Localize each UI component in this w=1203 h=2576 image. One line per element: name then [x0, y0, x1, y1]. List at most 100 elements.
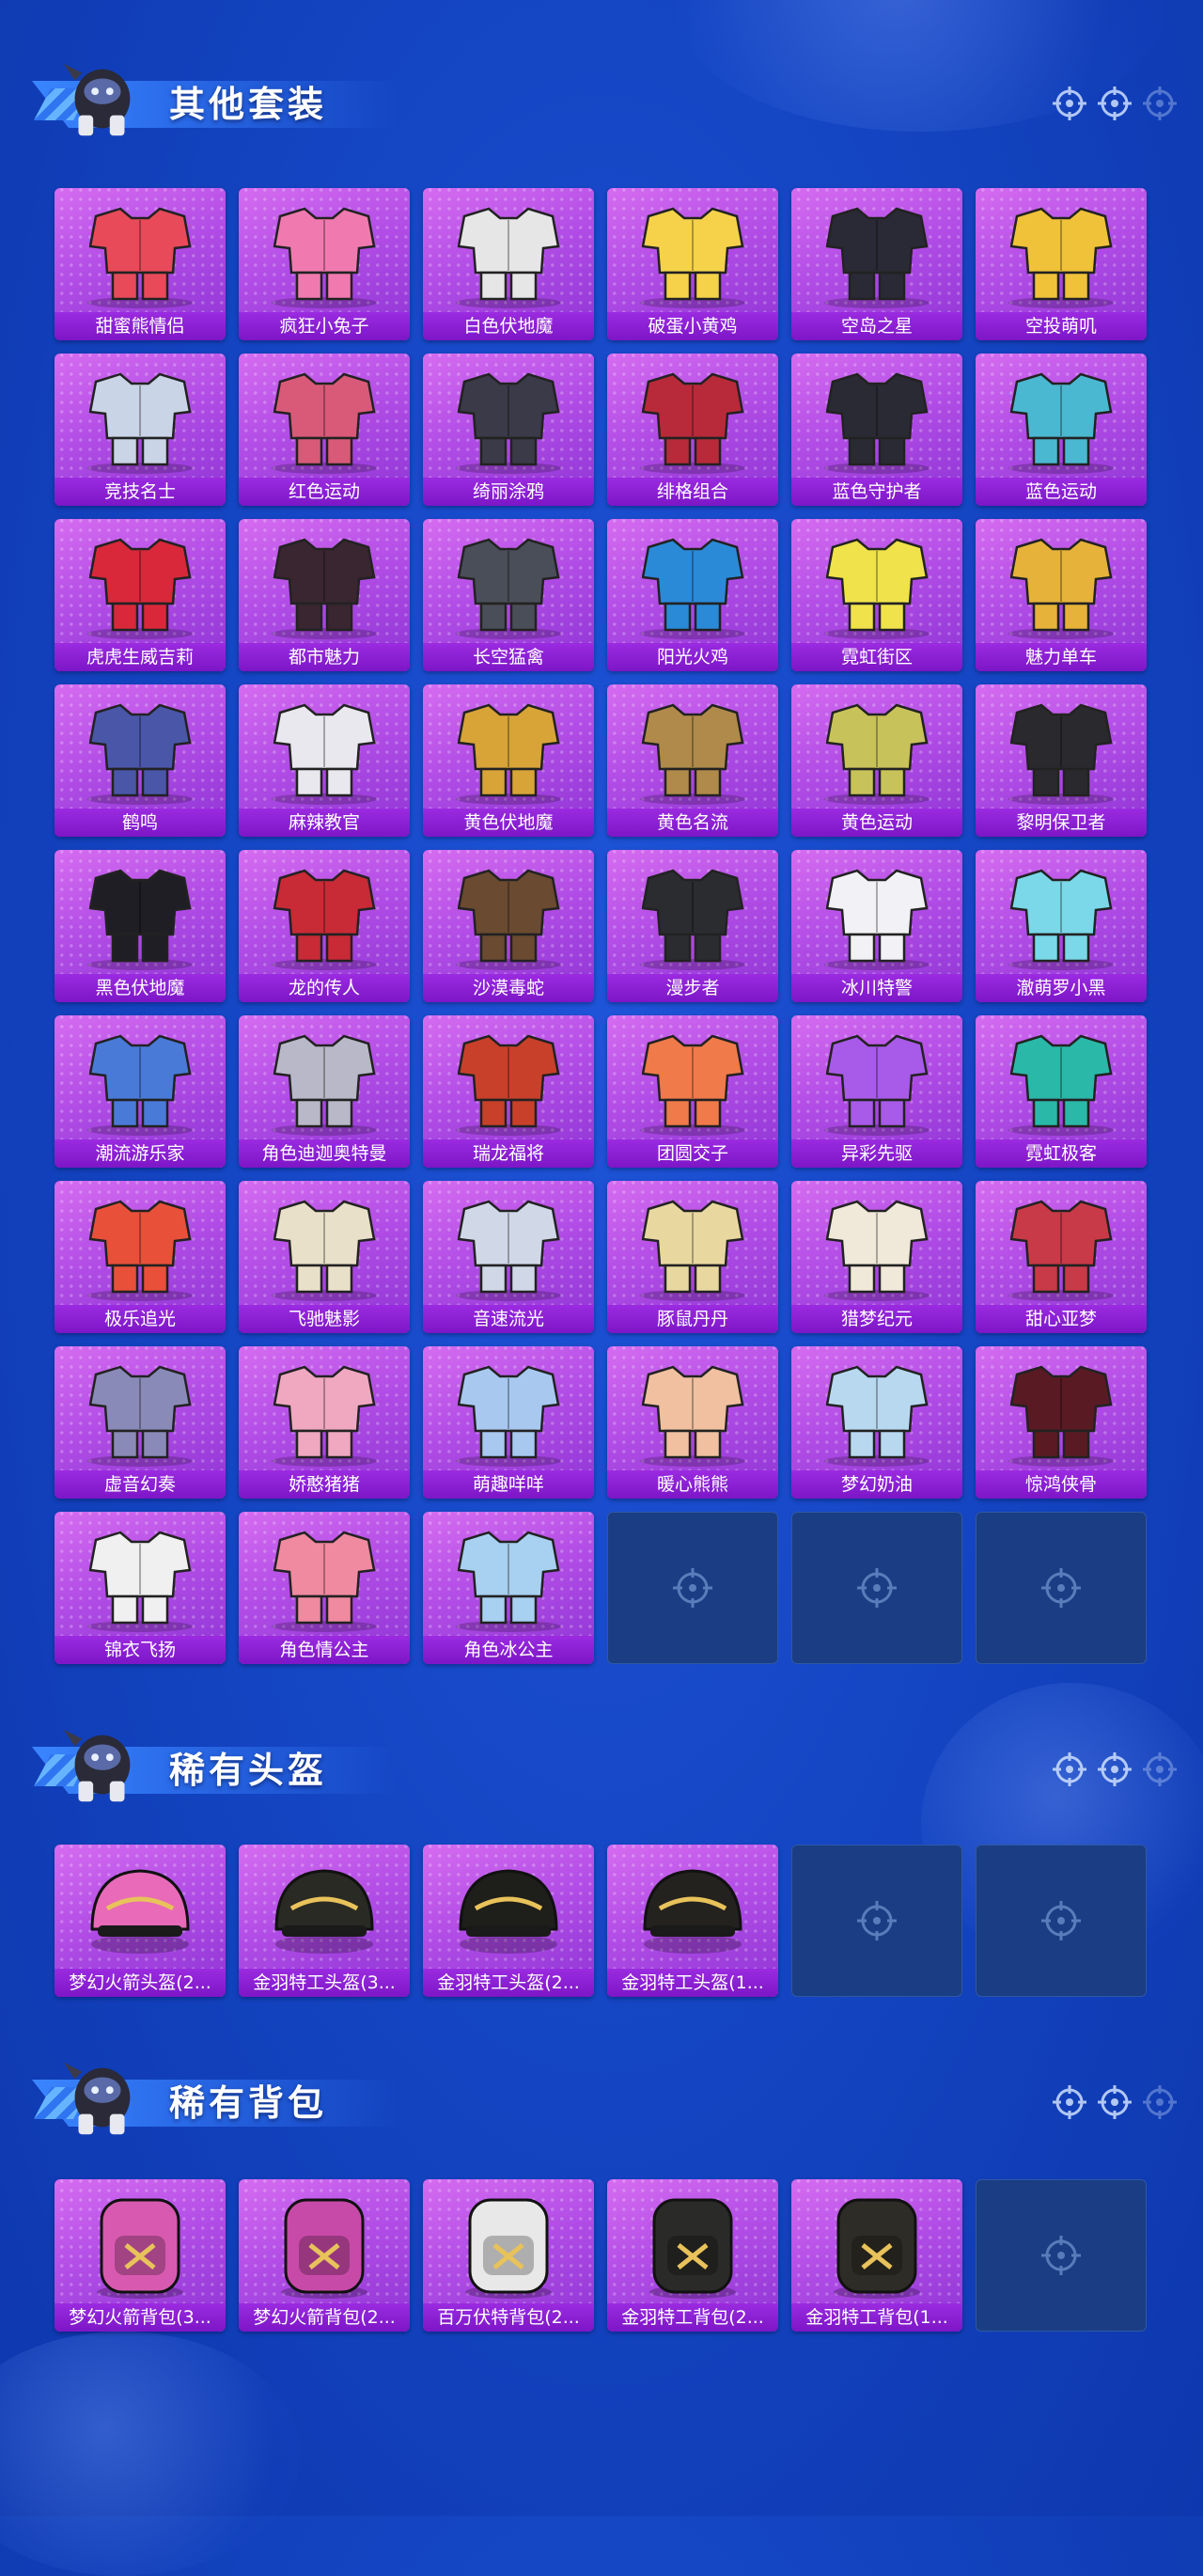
item-card[interactable]: 长空猛禽 — [423, 519, 594, 671]
item-card[interactable]: 团圆交子 — [607, 1015, 778, 1168]
outfit-icon — [272, 207, 377, 308]
item-label: 空岛之星 — [791, 312, 962, 340]
item-label: 黄色运动 — [791, 809, 962, 837]
item-card[interactable]: 音速流光 — [423, 1181, 594, 1333]
item-label: 角色冰公主 — [423, 1636, 594, 1664]
section-other-outfits: 其他套装 甜蜜熊情侣 疯狂小兔子 白色伏地魔 破蛋小黄鸡 空岛之星 空投萌叽 竞… — [0, 36, 1203, 1664]
item-card[interactable]: 破蛋小黄鸡 — [607, 188, 778, 340]
item-card[interactable]: 梦幻火箭头盔(2... — [55, 1845, 226, 1997]
item-card[interactable]: 都市魅力 — [239, 519, 410, 671]
item-card[interactable]: 沙漠毒蛇 — [423, 850, 594, 1002]
section-title: 稀有头盔 — [169, 1750, 328, 1791]
item-card[interactable]: 疯狂小兔子 — [239, 188, 410, 340]
item-card[interactable]: 甜蜜熊情侣 — [55, 188, 226, 340]
outfit-icon — [824, 372, 930, 474]
item-card[interactable]: 阳光火鸡 — [607, 519, 778, 671]
item-card[interactable]: 金羽特工头盔(2... — [423, 1845, 594, 1997]
item-card[interactable]: 黄色运动 — [791, 684, 962, 837]
outfit-icon — [456, 703, 561, 805]
item-card[interactable]: 角色情公主 — [239, 1512, 410, 1664]
item-card[interactable]: 梦幻奶油 — [791, 1346, 962, 1499]
item-card[interactable]: 白色伏地魔 — [423, 188, 594, 340]
item-card[interactable]: 豚鼠丹丹 — [607, 1181, 778, 1333]
item-card[interactable]: 极乐追光 — [55, 1181, 226, 1333]
item-card[interactable]: 红色运动 — [239, 353, 410, 506]
item-card[interactable]: 漫步者 — [607, 850, 778, 1002]
item-card[interactable]: 惊鸿侠骨 — [976, 1346, 1147, 1499]
item-card[interactable]: 黎明保卫者 — [976, 684, 1147, 837]
item-label: 红色运动 — [239, 478, 410, 506]
helmet-icon — [459, 1869, 558, 1954]
item-card[interactable]: 角色冰公主 — [423, 1512, 594, 1664]
item-card[interactable]: 蓝色运动 — [976, 353, 1147, 506]
item-label: 长空猛禽 — [423, 643, 594, 671]
item-card[interactable]: 萌趣咩咩 — [423, 1346, 594, 1499]
section-header: 其他套装 — [0, 36, 1203, 139]
item-card[interactable]: 暖心熊熊 — [607, 1346, 778, 1499]
item-card[interactable]: 鹤鸣 — [55, 684, 226, 837]
item-card[interactable]: 异彩先驱 — [791, 1015, 962, 1168]
item-label: 锦衣飞扬 — [55, 1636, 226, 1664]
item-card[interactable]: 虎虎生威吉莉 — [55, 519, 226, 671]
outfit-icon — [824, 1365, 930, 1467]
outfit-icon — [640, 1200, 745, 1301]
item-card[interactable]: 金羽特工头盔(1... — [607, 1845, 778, 1997]
item-card[interactable]: 绯格组合 — [607, 353, 778, 506]
item-card[interactable]: 金羽特工头盔(3... — [239, 1845, 410, 1997]
outfit-icon — [456, 538, 561, 639]
item-card[interactable]: 霓虹街区 — [791, 519, 962, 671]
item-label: 梦幻火箭头盔(2... — [55, 1969, 226, 1997]
item-card[interactable]: 百万伏特背包(2... — [423, 2179, 594, 2332]
item-label: 梦幻火箭背包(3... — [55, 2303, 226, 2332]
item-card[interactable]: 娇憨猪猪 — [239, 1346, 410, 1499]
item-card[interactable]: 金羽特工背包(2... — [607, 2179, 778, 2332]
item-label: 音速流光 — [423, 1305, 594, 1333]
outfit-icon — [87, 1200, 193, 1301]
item-card[interactable]: 虚音幻奏 — [55, 1346, 226, 1499]
crosshair-icon — [673, 1568, 712, 1608]
backpack-icon — [281, 2198, 367, 2299]
item-card[interactable]: 空岛之星 — [791, 188, 962, 340]
item-card[interactable]: 角色迪迦奥特曼 — [239, 1015, 410, 1168]
item-card[interactable]: 蓝色守护者 — [791, 353, 962, 506]
item-label: 阳光火鸡 — [607, 643, 778, 671]
item-card[interactable]: 魅力单车 — [976, 519, 1147, 671]
item-card[interactable]: 霓虹极客 — [976, 1015, 1147, 1168]
item-label: 金羽特工背包(2... — [607, 2303, 778, 2332]
item-card[interactable]: 冰川特警 — [791, 850, 962, 1002]
crosshair-icon — [1143, 2085, 1177, 2119]
outfit-icon — [87, 1034, 193, 1136]
item-card[interactable]: 龙的传人 — [239, 850, 410, 1002]
item-card[interactable]: 麻辣教官 — [239, 684, 410, 837]
item-card[interactable]: 绮丽涂鸦 — [423, 353, 594, 506]
item-label: 绯格组合 — [607, 478, 778, 506]
item-card[interactable]: 金羽特工背包(1... — [791, 2179, 962, 2332]
item-label: 鹤鸣 — [55, 809, 226, 837]
item-label: 猎梦纪元 — [791, 1305, 962, 1333]
item-card[interactable]: 梦幻火箭背包(3... — [55, 2179, 226, 2332]
item-card[interactable]: 飞驰魅影 — [239, 1181, 410, 1333]
item-card[interactable]: 瑞龙福将 — [423, 1015, 594, 1168]
outfit-icon — [272, 538, 377, 639]
outfit-icon — [87, 207, 193, 308]
item-card[interactable]: 猎梦纪元 — [791, 1181, 962, 1333]
empty-slot — [976, 1512, 1147, 1664]
item-label: 竞技名士 — [55, 478, 226, 506]
item-grid: 梦幻火箭背包(3... 梦幻火箭背包(2... 百万伏特背包(2... 金羽特工… — [55, 2179, 1147, 2332]
outfit-icon — [87, 869, 193, 970]
item-card[interactable]: 澈萌罗小黑 — [976, 850, 1147, 1002]
item-card[interactable]: 竞技名士 — [55, 353, 226, 506]
item-card[interactable]: 梦幻火箭背包(2... — [239, 2179, 410, 2332]
item-label: 潮流游乐家 — [55, 1139, 226, 1168]
item-card[interactable]: 锦衣飞扬 — [55, 1512, 226, 1664]
outfit-icon — [87, 538, 193, 639]
crosshair-icon — [1053, 1752, 1086, 1786]
item-card[interactable]: 空投萌叽 — [976, 188, 1147, 340]
item-card[interactable]: 黑色伏地魔 — [55, 850, 226, 1002]
item-card[interactable]: 潮流游乐家 — [55, 1015, 226, 1168]
outfit-icon — [272, 703, 377, 805]
item-card[interactable]: 黄色伏地魔 — [423, 684, 594, 837]
item-card[interactable]: 黄色名流 — [607, 684, 778, 837]
crosshair-icon — [857, 1568, 897, 1608]
item-card[interactable]: 甜心亚梦 — [976, 1181, 1147, 1333]
